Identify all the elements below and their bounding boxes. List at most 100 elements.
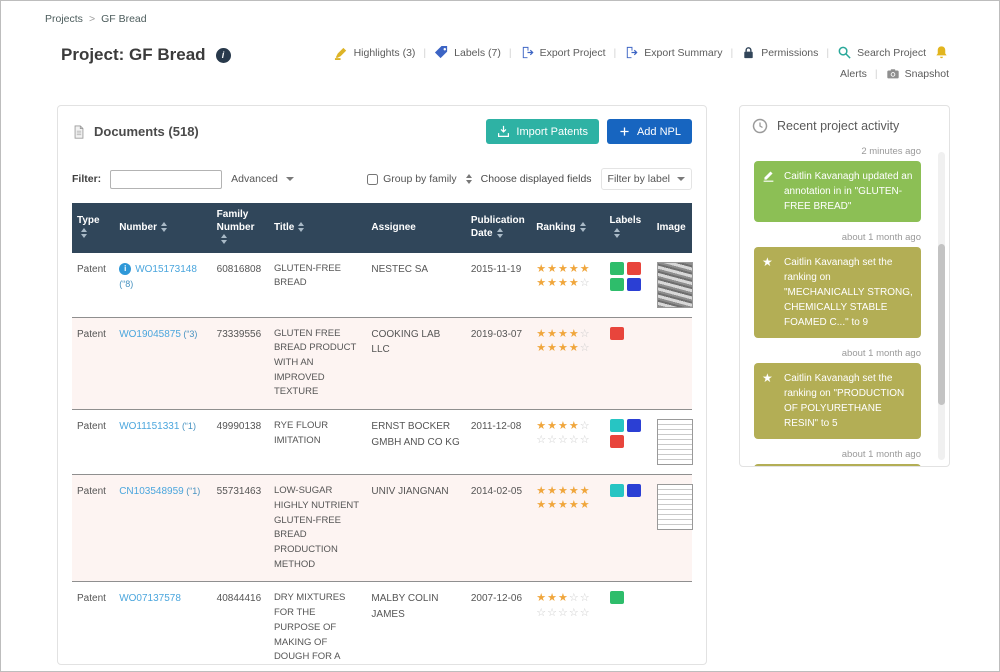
snapshot-button[interactable]: Snapshot bbox=[886, 67, 949, 81]
activity-item[interactable]: ★Caitlin Kavanagh set the ranking on "ME… bbox=[754, 247, 921, 338]
star-rating[interactable]: ☆☆☆☆☆ bbox=[536, 606, 599, 620]
tag-icon bbox=[434, 45, 449, 60]
cell-title: RYE FLOUR IMITATION bbox=[269, 410, 366, 475]
sort-icon[interactable] bbox=[580, 222, 586, 232]
activity-item[interactable]: Caitlin Kavanagh updated an annotation i… bbox=[754, 161, 921, 222]
highlights-button[interactable]: Highlights (3) bbox=[334, 45, 416, 60]
cell-ranking: ★★★★★★★★★☆ bbox=[531, 253, 604, 318]
export-summary-button[interactable]: Export Summary bbox=[624, 45, 722, 60]
column-header-family-number[interactable]: Family Number bbox=[212, 203, 269, 253]
patent-number-link[interactable]: WO11151331 bbox=[119, 421, 179, 432]
patent-image-thumbnail[interactable] bbox=[657, 262, 693, 308]
cell-labels bbox=[605, 475, 652, 582]
filter-by-label-dropdown[interactable]: Filter by label bbox=[601, 168, 692, 190]
table-row: PatentWO11151331 (“1)49990138RYE FLOUR I… bbox=[72, 410, 692, 475]
star-rating[interactable]: ★★★☆☆ bbox=[536, 591, 599, 605]
activity-item[interactable]: ★Caitlin Kavanagh set the ranking on "BR… bbox=[754, 464, 921, 467]
label-red[interactable] bbox=[610, 327, 624, 340]
column-header-publication-date[interactable]: Publication Date bbox=[466, 203, 531, 253]
patent-number-link[interactable]: WO15173148 bbox=[135, 264, 197, 275]
activity-scrollbar-thumb[interactable] bbox=[938, 244, 945, 404]
sort-icon[interactable] bbox=[614, 228, 620, 238]
star-rating[interactable]: ★★★★☆ bbox=[536, 341, 599, 355]
alerts-button[interactable]: Alerts bbox=[840, 68, 867, 80]
column-header-labels[interactable]: Labels bbox=[605, 203, 652, 253]
star-rating[interactable]: ★★★★☆ bbox=[536, 276, 599, 290]
cell-ranking: ★★★★★★★★★★ bbox=[531, 475, 604, 582]
activity-item[interactable]: ★Caitlin Kavanagh set the ranking on "PR… bbox=[754, 363, 921, 439]
sort-icon[interactable] bbox=[161, 222, 167, 232]
star-rating[interactable]: ★★★★★ bbox=[536, 484, 599, 498]
citation-count: (“1) bbox=[179, 421, 196, 431]
column-header-title[interactable]: Title bbox=[269, 203, 366, 253]
permissions-button[interactable]: Permissions bbox=[741, 45, 818, 60]
label-cyan[interactable] bbox=[610, 484, 624, 497]
column-header-type[interactable]: Type bbox=[72, 203, 114, 253]
patent-image-thumbnail[interactable] bbox=[657, 419, 693, 465]
citation-count: (“3) bbox=[181, 329, 198, 339]
patent-number-link[interactable]: WO19045875 bbox=[119, 329, 181, 340]
breadcrumb-projects[interactable]: Projects bbox=[45, 13, 83, 25]
cell-number: CN103548959 (“1) bbox=[114, 475, 211, 582]
import-patents-label: Import Patents bbox=[516, 126, 588, 138]
alerts-bell-button[interactable] bbox=[934, 45, 949, 60]
patent-number-link[interactable]: CN103548959 bbox=[119, 486, 184, 497]
column-header-number[interactable]: Number bbox=[114, 203, 211, 253]
label-blue[interactable] bbox=[627, 484, 641, 497]
cell-number: WO15173148 (“8) bbox=[114, 253, 211, 318]
table-row: PatentWO15173148 (“8)60816808GLUTEN-FREE… bbox=[72, 253, 692, 318]
column-label: Image bbox=[657, 222, 686, 233]
add-npl-button[interactable]: Add NPL bbox=[607, 119, 692, 144]
activity-timestamp: about 1 month ago bbox=[754, 449, 921, 460]
import-patents-button[interactable]: Import Patents bbox=[486, 119, 599, 144]
labels-button[interactable]: Labels (7) bbox=[434, 45, 501, 60]
filter-by-label-text: Filter by label bbox=[608, 173, 670, 185]
cell-number: WO11151331 (“1) bbox=[114, 410, 211, 475]
cell-ranking: ★★★★☆☆☆☆☆☆ bbox=[531, 410, 604, 475]
cell-type: Patent bbox=[72, 582, 114, 665]
activity-scrollbar[interactable] bbox=[938, 152, 945, 460]
star-rating[interactable]: ★★★★★ bbox=[536, 262, 599, 276]
choose-displayed-fields-button[interactable]: Choose displayed fields bbox=[481, 173, 592, 185]
star-rating[interactable]: ★★★★☆ bbox=[536, 419, 599, 433]
patent-image-thumbnail[interactable] bbox=[657, 484, 693, 530]
label-red[interactable] bbox=[627, 262, 641, 275]
breadcrumb-separator: > bbox=[89, 13, 95, 25]
info-icon[interactable] bbox=[119, 263, 131, 275]
label-cyan[interactable] bbox=[610, 419, 624, 432]
search-project-button[interactable]: Search Project bbox=[837, 45, 926, 60]
sort-icon[interactable] bbox=[81, 228, 87, 238]
project-info-icon[interactable] bbox=[216, 48, 231, 63]
activity-list: 2 minutes agoCaitlin Kavanagh updated an… bbox=[740, 134, 949, 467]
label-green[interactable] bbox=[610, 591, 624, 604]
sort-updown-icon bbox=[466, 174, 472, 184]
label-blue[interactable] bbox=[627, 419, 641, 432]
group-by-family-toggle[interactable]: Group by family bbox=[367, 173, 472, 185]
table-row: PatentWO0713757840844416DRY MIXTURES FOR… bbox=[72, 582, 692, 665]
cell-labels bbox=[605, 582, 652, 665]
column-label: Assignee bbox=[371, 222, 415, 233]
separator: | bbox=[875, 68, 878, 80]
group-by-family-checkbox[interactable] bbox=[367, 174, 378, 185]
label-green[interactable] bbox=[610, 262, 624, 275]
sort-icon[interactable] bbox=[497, 228, 503, 238]
cell-image bbox=[652, 582, 692, 665]
export-project-button[interactable]: Export Project bbox=[520, 45, 606, 60]
sort-icon[interactable] bbox=[221, 234, 227, 244]
label-green[interactable] bbox=[610, 278, 624, 291]
label-red[interactable] bbox=[610, 435, 624, 448]
star-rating[interactable]: ★★★★★ bbox=[536, 498, 599, 512]
page-title: Project: GF Bread bbox=[61, 45, 206, 65]
cell-number: WO19045875 (“3) bbox=[114, 317, 211, 410]
sort-icon[interactable] bbox=[298, 222, 304, 232]
filter-input[interactable] bbox=[110, 170, 222, 189]
label-blue[interactable] bbox=[627, 278, 641, 291]
chevron-down-icon bbox=[677, 177, 685, 181]
breadcrumb: Projects > GF Bread bbox=[1, 1, 999, 25]
patent-number-link[interactable]: WO07137578 bbox=[119, 593, 181, 604]
star-rating[interactable]: ☆☆☆☆☆ bbox=[536, 433, 599, 447]
column-header-ranking[interactable]: Ranking bbox=[531, 203, 604, 253]
star-rating[interactable]: ★★★★☆ bbox=[536, 327, 599, 341]
advanced-toggle[interactable]: Advanced bbox=[231, 173, 294, 185]
citation-count: (“1) bbox=[184, 486, 201, 496]
